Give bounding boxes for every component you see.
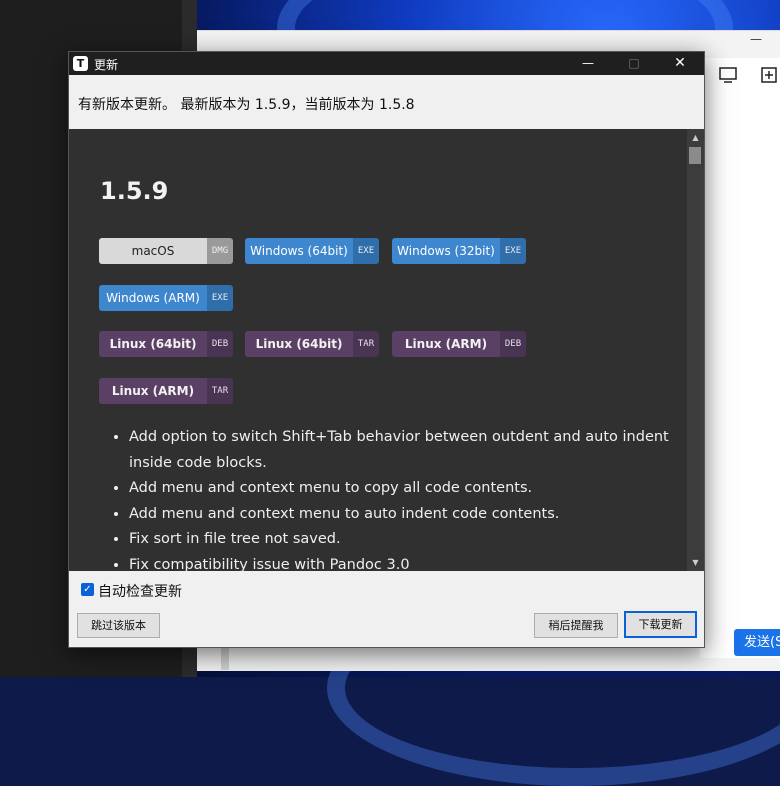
download-windows-64-exe[interactable]: Windows (64bit) EXE	[245, 238, 379, 264]
release-notes-list: Add option to switch Shift+Tab behavior …	[110, 425, 689, 571]
download-label: Linux (ARM)	[99, 378, 207, 404]
download-ext: EXE	[500, 238, 526, 264]
download-linux-64-tar[interactable]: Linux (64bit) TAR	[245, 331, 379, 357]
download-ext: DMG	[207, 238, 233, 264]
download-label: Linux (ARM)	[392, 331, 500, 357]
download-label: Linux (64bit)	[99, 331, 207, 357]
maximize-button[interactable]: □	[611, 52, 657, 75]
window-title: 更新	[94, 58, 119, 72]
download-linux-arm-deb[interactable]: Linux (ARM) DEB	[392, 331, 526, 357]
download-windows-32-exe[interactable]: Windows (32bit) EXE	[392, 238, 526, 264]
download-linux-64-deb[interactable]: Linux (64bit) DEB	[99, 331, 233, 357]
download-linux-arm-tar[interactable]: Linux (ARM) TAR	[99, 378, 233, 404]
download-label: Windows (64bit)	[245, 238, 353, 264]
scroll-thumb[interactable]	[689, 147, 701, 164]
add-icon[interactable]	[758, 66, 780, 84]
close-button[interactable]: ✕	[657, 52, 703, 75]
release-notes-scrollbar[interactable]: ▲ ▼	[687, 129, 704, 571]
skip-version-button[interactable]: 跳过该版本	[77, 613, 160, 638]
update-message: 有新版本更新。 最新版本为 1.5.9，当前版本为 1.5.8	[78, 97, 415, 113]
app-logo-icon: T	[73, 56, 88, 71]
release-note-item: Add option to switch Shift+Tab behavior …	[129, 425, 689, 476]
release-note-item: Fix sort in file tree not saved.	[129, 527, 689, 553]
download-update-button[interactable]: 下载更新	[624, 611, 697, 638]
download-label: Windows (32bit)	[392, 238, 500, 264]
auto-check-checkbox[interactable]: ✓	[81, 583, 94, 596]
send-button[interactable]: 发送(S	[734, 629, 780, 656]
minimize-button[interactable]: —	[565, 52, 611, 75]
background-minimize-button[interactable]: —	[750, 32, 762, 46]
update-message-bar: 有新版本更新。 最新版本为 1.5.9，当前版本为 1.5.8	[69, 75, 704, 129]
download-ext: TAR	[207, 378, 233, 404]
release-version: 1.5.9	[100, 177, 169, 205]
background-app-panel	[700, 58, 780, 658]
release-note-item: Add menu and context menu to auto indent…	[129, 502, 689, 528]
download-windows-arm-exe[interactable]: Windows (ARM) EXE	[99, 285, 233, 311]
dialog-footer: ✓ 自动检查更新 跳过该版本 稍后提醒我 下载更新	[69, 571, 704, 647]
release-notes-panel[interactable]: 1.5.9 macOS DMG Windows (64bit) EXE Wind…	[69, 129, 704, 571]
release-note-item: Fix compatibility issue with Pandoc 3.0	[129, 553, 689, 572]
download-ext: DEB	[500, 331, 526, 357]
download-label: Linux (64bit)	[245, 331, 353, 357]
download-ext: EXE	[353, 238, 379, 264]
download-macos-dmg[interactable]: macOS DMG	[99, 238, 233, 264]
download-ext: TAR	[353, 331, 379, 357]
monitor-icon[interactable]	[717, 66, 739, 84]
download-label: Windows (ARM)	[99, 285, 207, 311]
download-ext: EXE	[207, 285, 233, 311]
auto-check-label[interactable]: 自动检查更新	[98, 581, 182, 601]
scroll-down-arrow-icon[interactable]: ▼	[687, 554, 704, 571]
update-dialog: T 更新 — □ ✕ 有新版本更新。 最新版本为 1.5.9，当前版本为 1.5…	[68, 51, 705, 648]
download-label: macOS	[99, 238, 207, 264]
title-bar[interactable]: T 更新 — □ ✕	[69, 52, 704, 75]
release-note-item: Add menu and context menu to copy all co…	[129, 476, 689, 502]
download-ext: DEB	[207, 331, 233, 357]
remind-later-button[interactable]: 稍后提醒我	[534, 613, 618, 638]
scroll-up-arrow-icon[interactable]: ▲	[687, 129, 704, 146]
